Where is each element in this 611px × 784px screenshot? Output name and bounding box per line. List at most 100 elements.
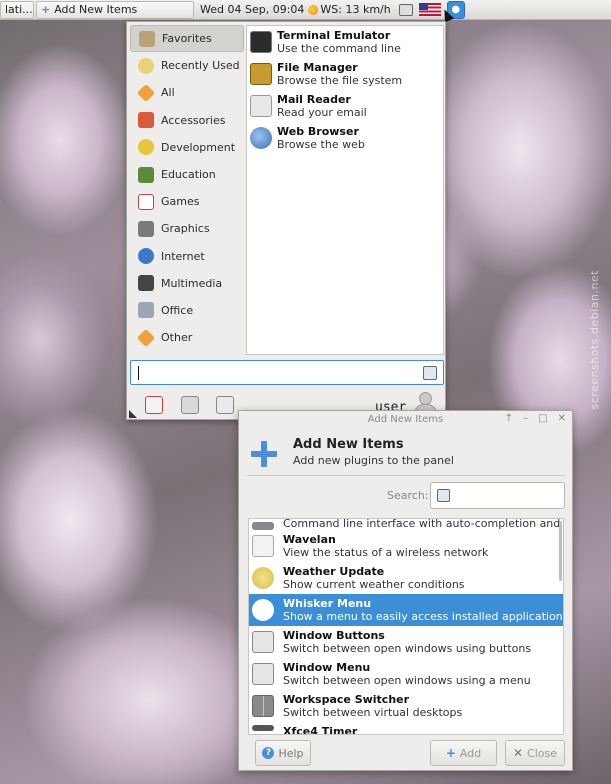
category-development[interactable]: Development [130, 134, 244, 161]
plugin-title: Workspace Switcher [283, 693, 410, 706]
accessories-icon [138, 112, 154, 129]
category-label: Games [161, 195, 200, 209]
all-icon [136, 83, 156, 103]
top-panel: lati... + Add New Items Wed 04 Sep, 09:0… [0, 0, 611, 20]
app-title: File Manager [277, 61, 358, 74]
favorites-icon [139, 30, 155, 47]
menu-search-input[interactable] [135, 362, 415, 383]
category-education[interactable]: Education [130, 161, 244, 188]
category-recently-used[interactable]: Recently Used [130, 52, 244, 79]
category-label: Other [161, 331, 193, 345]
app-desc: Browse the file system [277, 74, 403, 87]
plugin-desc: Show a menu to easily access installed a… [283, 610, 564, 623]
app-desc: Read your email [277, 106, 367, 119]
app-mail-reader[interactable]: Mail Reader Read your email [247, 90, 443, 122]
taskbar-button-1[interactable]: lati... [0, 0, 34, 19]
category-accessories[interactable]: Accessories [130, 107, 244, 134]
plugin-item-xfce4-timer[interactable]: Xfce4 Timer [249, 722, 563, 735]
resize-grip-icon[interactable] [129, 410, 137, 418]
plugin-item-whisker-menu[interactable]: Whisker Menu Show a menu to easily acces… [249, 594, 563, 626]
file-manager-icon [250, 63, 272, 85]
wavelan-icon [252, 535, 274, 557]
settings-manager-button[interactable] [216, 396, 234, 414]
plugin-item-window-buttons[interactable]: Window Buttons Switch between open windo… [249, 626, 563, 658]
plugin-search-input[interactable] [453, 486, 558, 505]
plugin-item-command-line[interactable]: Command line interface with auto-complet… [249, 519, 563, 530]
plugin-desc: View the status of a wireless network [283, 546, 489, 559]
category-label: Multimedia [161, 276, 223, 290]
lock-screen-button[interactable] [181, 396, 199, 414]
category-other[interactable]: Other [130, 324, 244, 351]
education-icon [138, 166, 154, 183]
development-icon [138, 139, 154, 156]
close-icon[interactable]: ✕ [558, 413, 566, 424]
category-label: Accessories [161, 113, 226, 127]
add-plus-icon [251, 441, 277, 467]
app-title: Terminal Emulator [277, 29, 391, 42]
taskbar-button-add-new-items[interactable]: + Add New Items [36, 0, 194, 19]
plus-icon: + [41, 3, 51, 16]
clock-icon [138, 57, 154, 74]
app-file-manager[interactable]: File Manager Browse the file system [247, 58, 443, 90]
menu-search-box [130, 360, 444, 385]
log-out-button[interactable] [145, 396, 163, 414]
category-internet[interactable]: Internet [130, 243, 244, 270]
help-button[interactable]: ? Help [255, 740, 311, 766]
category-label: Education [161, 168, 216, 182]
plugin-desc: Show current weather conditions [283, 578, 465, 591]
category-multimedia[interactable]: Multimedia [130, 270, 244, 297]
app-terminal-emulator[interactable]: Terminal Emulator Use the command line [247, 26, 443, 58]
category-office[interactable]: Office [130, 297, 244, 324]
plugin-desc: Switch between open windows using a menu [283, 674, 531, 687]
plugin-item-workspace-switcher[interactable]: Workspace Switcher Switch between virtua… [249, 690, 563, 722]
plugin-search-box [430, 482, 565, 509]
maximize-up-icon[interactable]: ↑ [505, 413, 513, 424]
dialog-subheading: Add new plugins to the panel [293, 454, 454, 467]
dialog-heading: Add New Items [293, 437, 404, 452]
minimize-icon[interactable]: – [523, 413, 528, 424]
window-controls: ↑ – □ ✕ [505, 413, 566, 424]
plugin-title: Wavelan [283, 533, 336, 546]
add-new-items-dialog: Add New Items ↑ – □ ✕ Add New Items Add … [238, 410, 573, 771]
plus-icon: + [445, 746, 456, 760]
screenshot-icon[interactable] [398, 3, 413, 16]
category-label: Office [161, 303, 194, 317]
app-title: Mail Reader [277, 93, 351, 106]
keyboard-layout-flag-icon[interactable] [418, 3, 441, 16]
whisker-icon [252, 599, 274, 621]
category-games[interactable]: Games [130, 188, 244, 215]
plugin-desc: Switch between virtual desktops [283, 706, 463, 719]
category-list: Favorites Recently Used All Accessories … [130, 25, 244, 351]
other-icon [136, 328, 156, 347]
category-graphics[interactable]: Graphics [130, 215, 244, 242]
close-label: Close [527, 746, 558, 760]
category-label: Recently Used [161, 59, 240, 73]
close-button[interactable]: ✕ Close [505, 740, 565, 766]
plugin-item-weather-update[interactable]: Weather Update Show current weather cond… [249, 562, 563, 594]
multimedia-icon [138, 275, 154, 292]
systray: ● [398, 0, 465, 19]
terminal-icon [250, 31, 272, 53]
search-icon [423, 366, 437, 380]
maximize-icon[interactable]: □ [538, 413, 547, 424]
taskbar-button-1-label: lati... [5, 3, 33, 16]
panel-clock[interactable]: Wed 04 Sep, 09:04 [200, 3, 304, 16]
category-all[interactable]: All [130, 79, 244, 106]
plugin-item-wavelan[interactable]: Wavelan View the status of a wireless ne… [249, 530, 563, 562]
taskbar-button-2-label: Add New Items [54, 3, 138, 16]
plugin-item-window-menu[interactable]: Window Menu Switch between open windows … [249, 658, 563, 690]
plugin-desc: Switch between open windows using button… [283, 642, 532, 655]
mail-icon [250, 95, 272, 117]
scrollbar[interactable] [559, 521, 562, 581]
weather-plugin[interactable]: WS: 13 km/h [308, 3, 391, 16]
category-favorites[interactable]: Favorites [130, 25, 244, 53]
app-list: Terminal Emulator Use the command line F… [246, 25, 444, 355]
app-web-browser[interactable]: Web Browser Browse the web [247, 122, 443, 154]
sun-icon [308, 4, 319, 15]
timer-icon [252, 725, 274, 731]
category-label: Graphics [161, 222, 210, 236]
plugin-title: Xfce4 Timer [283, 725, 358, 735]
text-caret [138, 366, 139, 380]
whisker-menu: Favorites Recently Used All Accessories … [126, 21, 446, 420]
add-button[interactable]: + Add [430, 740, 497, 766]
